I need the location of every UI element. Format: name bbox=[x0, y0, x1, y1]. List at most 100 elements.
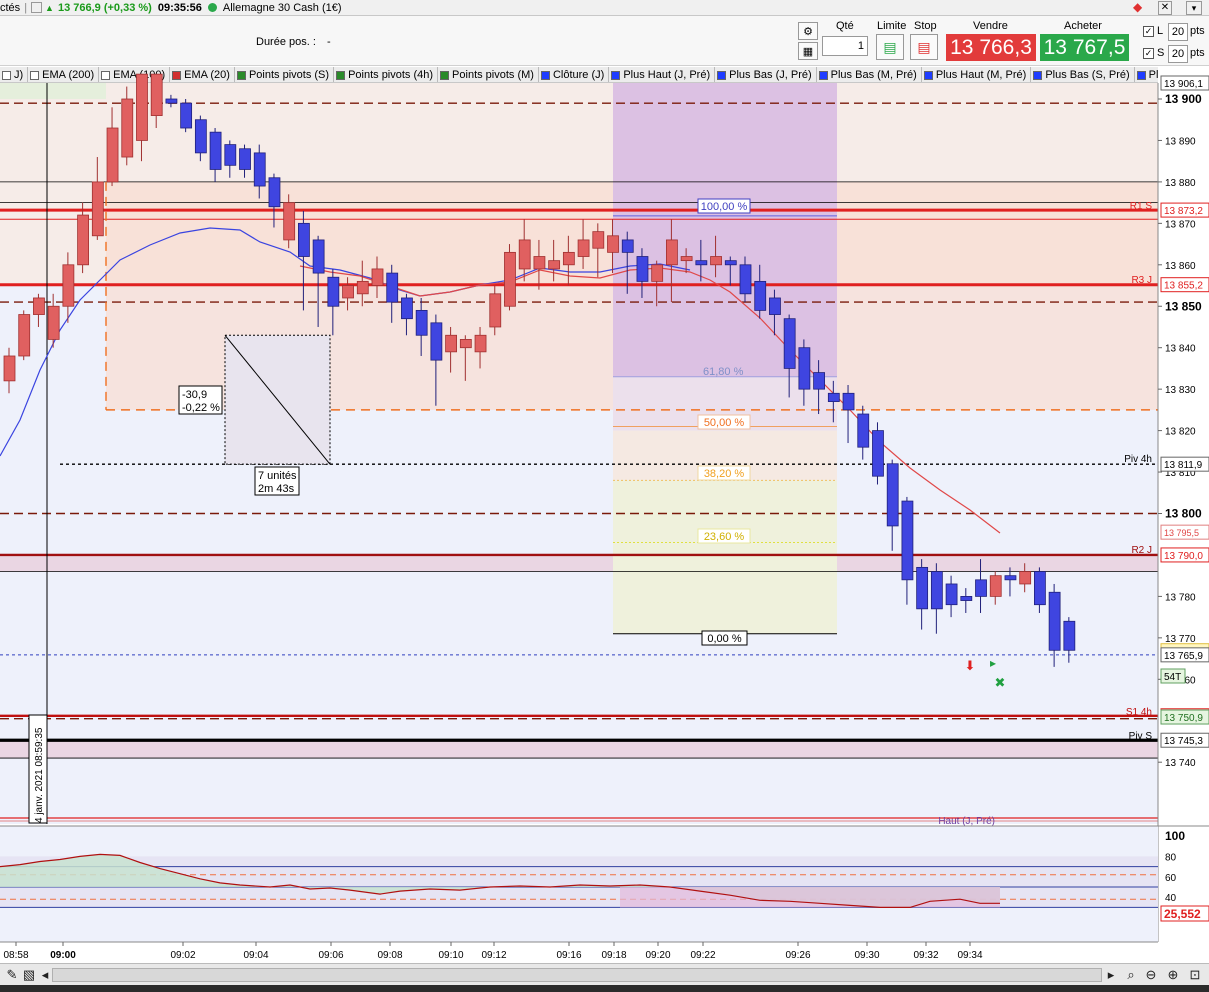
zoom-in-icon[interactable]: ⊕ bbox=[1164, 967, 1182, 983]
fib-label-0: 0,00 % bbox=[707, 633, 741, 645]
candle-body bbox=[739, 264, 752, 295]
x-tick-label: 09:34 bbox=[957, 950, 982, 961]
candle-body bbox=[754, 280, 767, 311]
candle-body bbox=[989, 575, 1002, 597]
fib-label-382: 38,20 % bbox=[704, 468, 745, 480]
candle-body bbox=[91, 181, 104, 237]
pivot-label-pivs: Piv S bbox=[1129, 731, 1153, 742]
x-tick-label: 09:18 bbox=[601, 950, 626, 961]
candle-body bbox=[312, 239, 325, 274]
candle-body bbox=[194, 119, 207, 154]
taskbar-edge bbox=[0, 985, 1209, 992]
candle-body bbox=[533, 256, 546, 270]
price-tag: 13 855,2 bbox=[1164, 281, 1203, 292]
r2-zone bbox=[0, 554, 1158, 572]
entry-marker-icon: ▸ bbox=[990, 656, 996, 670]
price-tag: 13 790,0 bbox=[1164, 551, 1203, 562]
candle-body bbox=[636, 256, 649, 282]
osc-tick-label: 80 bbox=[1165, 852, 1177, 863]
candle-body bbox=[518, 239, 531, 270]
y-tick-label: 13 820 bbox=[1165, 427, 1196, 438]
x-tick-label: 08:58 bbox=[3, 950, 28, 961]
zoom-reset-icon[interactable]: ⊡ bbox=[1186, 967, 1204, 983]
price-tag: 13 811,9 bbox=[1164, 460, 1203, 471]
fib-label-50: 50,00 % bbox=[704, 417, 745, 429]
bottom-toolbar: ✎ ▧ ◂ ▸ ⌕ ⊖ ⊕ ⊡ bbox=[0, 963, 1209, 985]
candle-body bbox=[710, 256, 722, 266]
x-tick-label: 09:12 bbox=[481, 950, 506, 961]
measure-percent: -0,22 % bbox=[182, 402, 220, 414]
candle-body bbox=[813, 372, 825, 390]
y-tick-label: 13 800 bbox=[1165, 507, 1202, 521]
candle-body bbox=[121, 98, 134, 158]
label-haut-jpre: Haut (J, Pré) bbox=[938, 816, 995, 827]
candle-body bbox=[1063, 620, 1076, 651]
pivot-label-s1: S1 4h bbox=[1126, 707, 1152, 718]
candle-body bbox=[504, 251, 516, 307]
pivot-label-r2j: R2 J bbox=[1131, 545, 1152, 556]
candle-body bbox=[783, 318, 796, 369]
candle-body bbox=[18, 314, 31, 357]
zoom-fit-icon[interactable]: ⌕ bbox=[1122, 967, 1140, 983]
fib-label-100: 100,00 % bbox=[701, 201, 748, 213]
fib-zone-purple bbox=[613, 83, 837, 377]
pivot-label-piv4h: Piv 4h bbox=[1124, 454, 1152, 465]
pivot-label-r1s: R1 S bbox=[1130, 201, 1153, 212]
candle-body bbox=[253, 152, 266, 187]
candle-body bbox=[916, 566, 929, 610]
oscillator-oversold-fill bbox=[620, 887, 1000, 908]
candle-body bbox=[356, 280, 369, 295]
candle-body bbox=[33, 297, 45, 315]
drawing-tool-icon[interactable]: ✎ bbox=[3, 967, 21, 983]
candle-body bbox=[827, 392, 840, 402]
candle-body bbox=[724, 260, 737, 266]
exit-marker-icon: ✖ bbox=[995, 675, 1006, 690]
candle-body bbox=[548, 260, 561, 270]
candle-body bbox=[445, 334, 458, 353]
candle-body bbox=[842, 392, 855, 411]
pivot-label-r3j: R3 J bbox=[1131, 275, 1152, 286]
candle-body bbox=[769, 297, 781, 315]
candle-body bbox=[1048, 591, 1061, 651]
x-tick-label: 09:04 bbox=[243, 950, 268, 961]
candle-body bbox=[592, 231, 605, 249]
y-tick-label: 13 870 bbox=[1165, 219, 1196, 230]
measure-points: -30,9 bbox=[182, 389, 207, 401]
x-tick-label: 09:16 bbox=[556, 950, 581, 961]
candle-body bbox=[209, 131, 222, 170]
candle-body bbox=[47, 305, 60, 340]
y-tick-label: 13 840 bbox=[1165, 344, 1196, 355]
sell-marker-icon: ⬇ bbox=[965, 658, 976, 673]
x-tick-label: 09:32 bbox=[913, 950, 938, 961]
tick-badge: 54T bbox=[1164, 672, 1181, 683]
candle-body bbox=[680, 256, 693, 262]
candle-body bbox=[1004, 575, 1017, 581]
candle-body bbox=[430, 322, 443, 361]
candle-body bbox=[327, 276, 340, 307]
time-scrollbar[interactable] bbox=[52, 968, 1102, 982]
zoom-out-icon[interactable]: ⊖ bbox=[1142, 967, 1160, 983]
candle-body bbox=[975, 579, 987, 597]
candle-body bbox=[283, 202, 296, 241]
x-tick-label: 09:30 bbox=[854, 950, 879, 961]
price-chart[interactable]: -30,9-0,22 % 7 unités2m 43s 100,00 % 61,80 … bbox=[0, 0, 1209, 963]
price-tag: 13 873,2 bbox=[1164, 206, 1203, 217]
price-tag: 13 745,3 bbox=[1164, 736, 1203, 747]
price-tag: 13 906,1 bbox=[1164, 79, 1203, 90]
osc-tick-label: 100 bbox=[1165, 829, 1185, 843]
scroll-right-icon[interactable]: ▸ bbox=[1102, 967, 1120, 983]
candle-body bbox=[106, 127, 119, 183]
price-tag: 13 750,9 bbox=[1164, 713, 1203, 724]
x-tick-label: 09:06 bbox=[318, 950, 343, 961]
candle-body bbox=[3, 355, 16, 382]
candle-body bbox=[872, 430, 884, 477]
measure-duration: 2m 43s bbox=[258, 483, 295, 495]
x-tick-label: 09:08 bbox=[377, 950, 402, 961]
candle-body bbox=[562, 251, 575, 266]
fib-zone-yellow bbox=[613, 480, 837, 634]
piv-zone bbox=[0, 740, 1158, 759]
date-label: 4 janv. 2021 08:59:35 bbox=[34, 727, 45, 823]
candle-body bbox=[386, 272, 399, 303]
candle-body bbox=[1034, 571, 1046, 606]
candle-body bbox=[180, 102, 193, 129]
